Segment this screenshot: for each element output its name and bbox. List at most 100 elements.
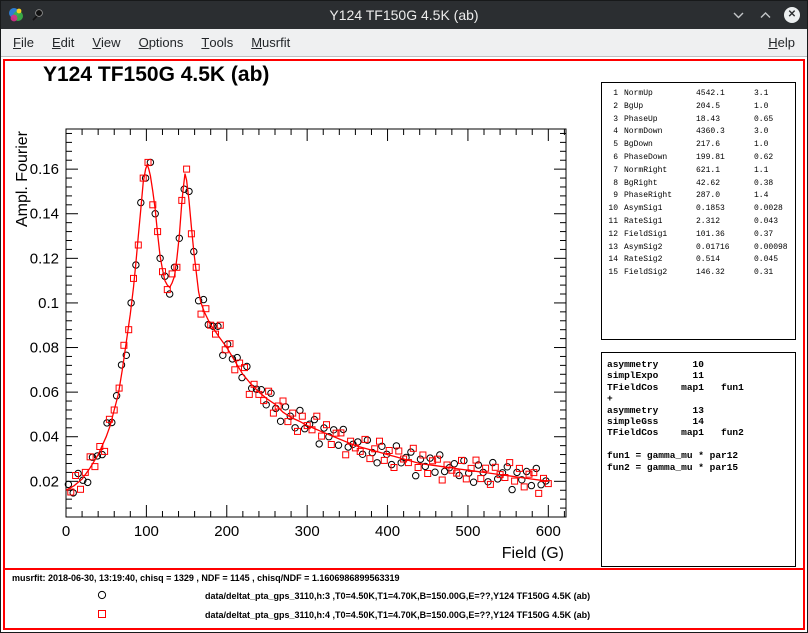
- param-name: AsymSig1: [624, 203, 696, 216]
- data-point-square: [246, 391, 252, 397]
- y-tick-label: 0.06: [30, 384, 59, 401]
- maximize-button[interactable]: [757, 7, 773, 23]
- param-idx: 7: [606, 165, 618, 178]
- legend-text: data/deltat_pta_gps_3110,h:4 ,T0=4.50K,T…: [205, 610, 590, 620]
- data-point-circle: [277, 418, 283, 424]
- param-idx: 10: [606, 203, 618, 216]
- canvas-workarea: Y124 TF150G 4.5K (ab) 010020030040050060…: [1, 57, 807, 632]
- param-idx: 5: [606, 139, 618, 152]
- data-point-circle: [528, 482, 534, 488]
- data-point-circle: [147, 159, 153, 165]
- close-button[interactable]: ✕: [784, 7, 800, 23]
- param-row: 15FieldSig2146.320.31: [606, 267, 791, 280]
- data-point-square: [536, 490, 542, 496]
- theory-line: TFieldCos map1 fun1: [607, 382, 790, 393]
- app-window: Y124 TF150G 4.5K (ab) ✕ File Edit View O…: [0, 0, 808, 633]
- pin-icon[interactable]: [31, 8, 43, 22]
- menu-help[interactable]: Help: [759, 29, 804, 56]
- titlebar[interactable]: Y124 TF150G 4.5K (ab) ✕: [1, 1, 807, 29]
- data-point-circle: [282, 404, 288, 410]
- data-point-square: [512, 478, 518, 484]
- data-point-circle: [504, 464, 510, 470]
- data-point-circle: [408, 449, 414, 455]
- param-idx: 14: [606, 254, 618, 267]
- param-err: 1.4: [754, 190, 791, 203]
- param-idx: 13: [606, 242, 618, 255]
- param-name: RateSig1: [624, 216, 696, 229]
- param-row: 12FieldSig1101.360.37: [606, 229, 791, 242]
- data-point-circle: [451, 461, 457, 467]
- param-val: 42.62: [696, 178, 754, 191]
- data-point-circle: [437, 452, 443, 458]
- data-point-circle: [461, 457, 467, 463]
- data-point-circle: [413, 473, 419, 479]
- data-point-square: [415, 465, 421, 471]
- param-name: NormDown: [624, 126, 696, 139]
- param-val: 0.1853: [696, 203, 754, 216]
- menu-view[interactable]: View: [83, 29, 129, 56]
- theory-line: +: [607, 393, 790, 404]
- param-idx: 9: [606, 190, 618, 203]
- param-idx: 4: [606, 126, 618, 139]
- param-name: PhaseUp: [624, 114, 696, 127]
- data-point-square: [521, 484, 527, 490]
- data-point-circle: [297, 407, 303, 413]
- param-err: 1.0: [754, 101, 791, 114]
- menu-tools[interactable]: Tools: [192, 29, 242, 56]
- main-pad[interactable]: Y124 TF150G 4.5K (ab) 010020030040050060…: [5, 61, 803, 568]
- data-point-circle: [292, 425, 298, 431]
- data-point-circle: [340, 426, 346, 432]
- root-canvas[interactable]: Y124 TF150G 4.5K (ab) 010020030040050060…: [3, 59, 805, 630]
- legend-pad[interactable]: musrfit: 2018-06-30, 13:19:40, chisq = 1…: [5, 568, 803, 628]
- square-marker-icon: [97, 609, 107, 619]
- data-point-circle: [456, 472, 462, 478]
- param-name: FieldSig2: [624, 267, 696, 280]
- param-val: 199.81: [696, 152, 754, 165]
- param-name: PhaseDown: [624, 152, 696, 165]
- param-idx: 15: [606, 267, 618, 280]
- fit-parameter-box[interactable]: 1NormUp4542.13.12BgUp204.51.03PhaseUp18.…: [601, 82, 796, 340]
- param-row: 1NormUp4542.13.1: [606, 88, 791, 101]
- fourier-plot[interactable]: 01002003004005006000.020.040.060.080.10.…: [5, 61, 605, 561]
- param-val: 217.6: [696, 139, 754, 152]
- y-tick-label: 0.1: [38, 295, 59, 312]
- menu-options[interactable]: Options: [130, 29, 193, 56]
- param-name: BgUp: [624, 101, 696, 114]
- data-point-square: [232, 367, 238, 373]
- param-row: 2BgUp204.51.0: [606, 101, 791, 114]
- y-tick-label: 0.04: [30, 429, 59, 446]
- data-point-circle: [335, 442, 341, 448]
- data-point-circle: [417, 456, 423, 462]
- menu-edit[interactable]: Edit: [43, 29, 83, 56]
- param-row: 3PhaseUp18.430.65: [606, 114, 791, 127]
- param-err: 3.0: [754, 126, 791, 139]
- param-val: 204.5: [696, 101, 754, 114]
- fit-curve: [66, 165, 548, 491]
- param-err: 1.1: [754, 165, 791, 178]
- theory-line: simplExpo 11: [607, 370, 790, 381]
- legend-row-h3: data/deltat_pta_gps_3110,h:3 ,T0=4.50K,T…: [5, 590, 803, 602]
- param-name: RateSig2: [624, 254, 696, 267]
- data-point-circle: [495, 476, 501, 482]
- minimize-button[interactable]: [730, 7, 746, 23]
- y-tick-label: 0.12: [30, 250, 59, 267]
- param-name: AsymSig2: [624, 242, 696, 255]
- data-point-circle: [345, 444, 351, 450]
- param-err: 0.00098: [754, 242, 791, 255]
- menu-file[interactable]: File: [4, 29, 43, 56]
- param-row: 14RateSig20.5140.045: [606, 254, 791, 267]
- data-point-square: [328, 442, 334, 448]
- param-err: 0.37: [754, 229, 791, 242]
- param-row: 11RateSig12.3120.043: [606, 216, 791, 229]
- param-err: 0.31: [754, 267, 791, 280]
- menu-musrfit[interactable]: Musrfit: [242, 29, 299, 56]
- param-row: 10AsymSig10.18530.0028: [606, 203, 791, 216]
- x-tick-label: 0: [62, 523, 70, 540]
- x-tick-label: 400: [375, 523, 400, 540]
- param-idx: 3: [606, 114, 618, 127]
- theory-box[interactable]: asymmetry 10simplExpo 11TFieldCos map1 f…: [601, 352, 796, 567]
- param-val: 101.36: [696, 229, 754, 242]
- y-tick-label: 0.14: [30, 206, 59, 223]
- data-point-square: [478, 476, 484, 482]
- theory-line: simpleGss 14: [607, 416, 790, 427]
